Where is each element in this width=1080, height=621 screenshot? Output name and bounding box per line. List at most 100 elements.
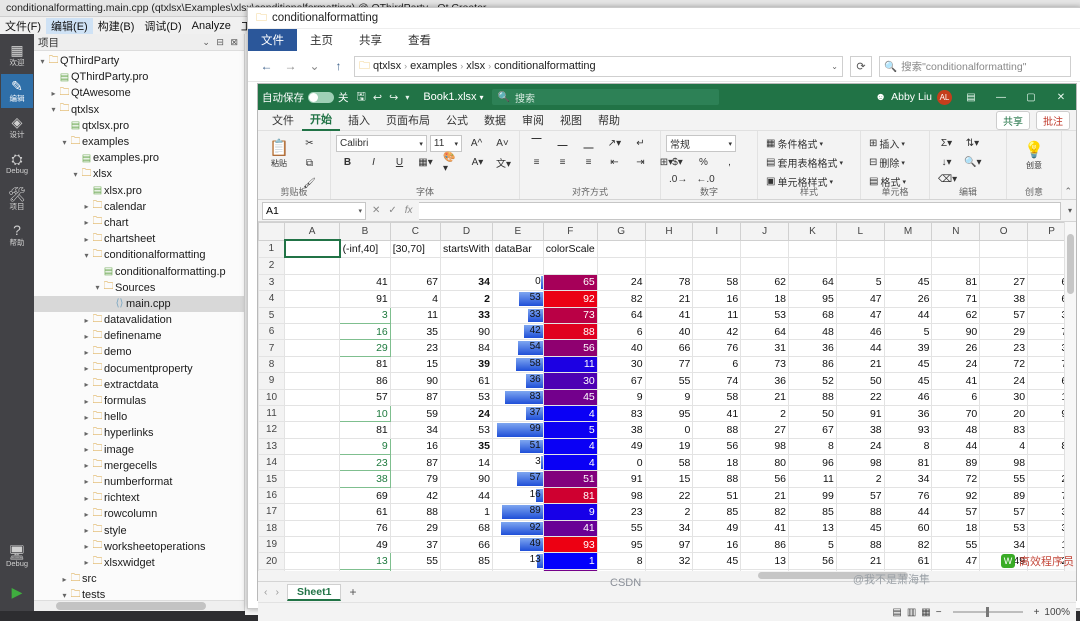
cell-N3[interactable]: 81: [932, 274, 980, 290]
cell-G14[interactable]: 0: [597, 455, 645, 471]
phonetic-icon[interactable]: 文▾: [492, 153, 515, 172]
chevron-down-icon[interactable]: ▾: [82, 251, 91, 260]
cell-D19[interactable]: 66: [441, 537, 493, 553]
cell-L9[interactable]: 50: [836, 373, 884, 389]
cell-K7[interactable]: 36: [789, 340, 837, 356]
formula-input[interactable]: [419, 202, 1061, 220]
cell-H15[interactable]: 15: [645, 471, 693, 487]
row-header-17[interactable]: 17: [259, 504, 285, 520]
zoom-level[interactable]: 100%: [1044, 607, 1070, 618]
tree-item[interactable]: ▸🗀richtext: [34, 490, 244, 506]
cell-B16[interactable]: 69: [340, 487, 391, 503]
cell-K9[interactable]: 52: [789, 373, 837, 389]
column-header-E[interactable]: E: [492, 223, 543, 241]
cell-O5[interactable]: 57: [980, 307, 1028, 323]
cell-K10[interactable]: 88: [789, 389, 837, 405]
align-right-icon[interactable]: ≡: [577, 153, 600, 172]
align-left-icon[interactable]: ≡: [525, 153, 548, 172]
increase-font-size-icon[interactable]: A^: [465, 134, 488, 153]
cell-D6[interactable]: 90: [441, 323, 493, 339]
chevron-right-icon[interactable]: ▸: [82, 316, 91, 325]
breadcrumb-examples[interactable]: examples: [410, 60, 457, 72]
cell-N9[interactable]: 41: [932, 373, 980, 389]
cell-M7[interactable]: 39: [884, 340, 932, 356]
row-header-1[interactable]: 1: [259, 240, 285, 257]
cell-K16[interactable]: 99: [789, 487, 837, 503]
row-header-13[interactable]: 13: [259, 438, 285, 454]
row-header-6[interactable]: 6: [259, 323, 285, 339]
cell-I1[interactable]: [693, 240, 741, 257]
italic-button[interactable]: I: [362, 153, 385, 172]
cell-F19[interactable]: 93: [543, 537, 597, 553]
chevron-right-icon[interactable]: ▸: [82, 364, 91, 373]
cell-I13[interactable]: 56: [693, 438, 741, 454]
cell-L16[interactable]: 57: [836, 487, 884, 503]
cell-O3[interactable]: 27: [980, 274, 1028, 290]
tree-item[interactable]: ▸🗀xlsxwidget: [34, 555, 244, 571]
cell-E2[interactable]: [492, 257, 543, 274]
cell-L17[interactable]: 88: [836, 504, 884, 520]
cell-E3[interactable]: 0: [492, 274, 543, 290]
column-header-F[interactable]: F: [543, 223, 597, 241]
cell-H16[interactable]: 22: [645, 487, 693, 503]
cell-M12[interactable]: 93: [884, 422, 932, 438]
column-header-B[interactable]: B: [340, 223, 391, 241]
page-layout-icon[interactable]: ▥: [907, 607, 916, 618]
cell-F16[interactable]: 81: [543, 487, 597, 503]
menu-item-analyze[interactable]: Analyze: [187, 20, 236, 32]
cell-K1[interactable]: [789, 240, 837, 257]
cell-C15[interactable]: 79: [390, 471, 440, 487]
cell-C5[interactable]: 11: [390, 307, 440, 323]
cell-I11[interactable]: 41: [693, 405, 741, 421]
cell-F9[interactable]: 30: [543, 373, 597, 389]
cell-L6[interactable]: 46: [836, 323, 884, 339]
ideas-button[interactable]: 💡 创意: [1021, 134, 1047, 176]
cell-M1[interactable]: [884, 240, 932, 257]
cell-A8[interactable]: [285, 356, 340, 372]
cell-B5[interactable]: 3: [340, 307, 391, 323]
cell-G13[interactable]: 49: [597, 438, 645, 454]
cell-B10[interactable]: 57: [340, 389, 391, 405]
cell-B14[interactable]: 23: [340, 455, 391, 471]
chevron-right-icon[interactable]: ▸: [49, 89, 58, 98]
redo-icon[interactable]: ↪: [389, 91, 398, 104]
undo-icon[interactable]: ↩: [373, 91, 382, 104]
cell-C3[interactable]: 67: [390, 274, 440, 290]
row-header-8[interactable]: 8: [259, 356, 285, 372]
chevron-right-icon[interactable]: ▸: [82, 348, 91, 357]
cell-F5[interactable]: 73: [543, 307, 597, 323]
cell-M3[interactable]: 45: [884, 274, 932, 290]
cell-D9[interactable]: 61: [441, 373, 493, 389]
cell-O16[interactable]: 89: [980, 487, 1028, 503]
horizontal-scrollbar[interactable]: [258, 571, 1076, 581]
tree-item[interactable]: ▸🗀documentproperty: [34, 361, 244, 377]
row-header-5[interactable]: 5: [259, 307, 285, 323]
cell-J9[interactable]: 36: [741, 373, 789, 389]
cell-N11[interactable]: 70: [932, 405, 980, 421]
cell-D4[interactable]: 2: [441, 291, 493, 307]
excel-ribbon-tabs[interactable]: 文件 开始 插入 页面布局 公式 数据 审阅 视图 帮助 共享 批注: [258, 110, 1076, 131]
workbook-name[interactable]: Book1.xlsx ▾: [423, 91, 483, 103]
cell-M20[interactable]: 61: [884, 553, 932, 569]
decrease-indent-icon[interactable]: ⇤: [603, 153, 626, 172]
cell-A19[interactable]: [285, 537, 340, 553]
column-header-K[interactable]: K: [789, 223, 837, 241]
cell-G15[interactable]: 91: [597, 471, 645, 487]
cell-B1[interactable]: (-inf,40]: [340, 240, 391, 257]
cell-K17[interactable]: 85: [789, 504, 837, 520]
borders-icon[interactable]: ▦▾: [414, 153, 437, 172]
cell-F6[interactable]: 88: [543, 323, 597, 339]
cell-J16[interactable]: 21: [741, 487, 789, 503]
tree-item[interactable]: ▸🗀datavalidation: [34, 312, 244, 328]
tree-item[interactable]: ▸🗀style: [34, 522, 244, 538]
tab-help[interactable]: 帮助: [590, 110, 628, 130]
cell-J1[interactable]: [741, 240, 789, 257]
tree-item[interactable]: ▸🗀formulas: [34, 393, 244, 409]
tab-data[interactable]: 数据: [476, 110, 514, 130]
cell-I5[interactable]: 11: [693, 307, 741, 323]
tree-item[interactable]: ▾🗀QThirdParty: [34, 53, 244, 69]
cell-D8[interactable]: 39: [441, 356, 493, 372]
cell-N4[interactable]: 71: [932, 291, 980, 307]
cell-B12[interactable]: 81: [340, 422, 391, 438]
cell-J4[interactable]: 18: [741, 291, 789, 307]
